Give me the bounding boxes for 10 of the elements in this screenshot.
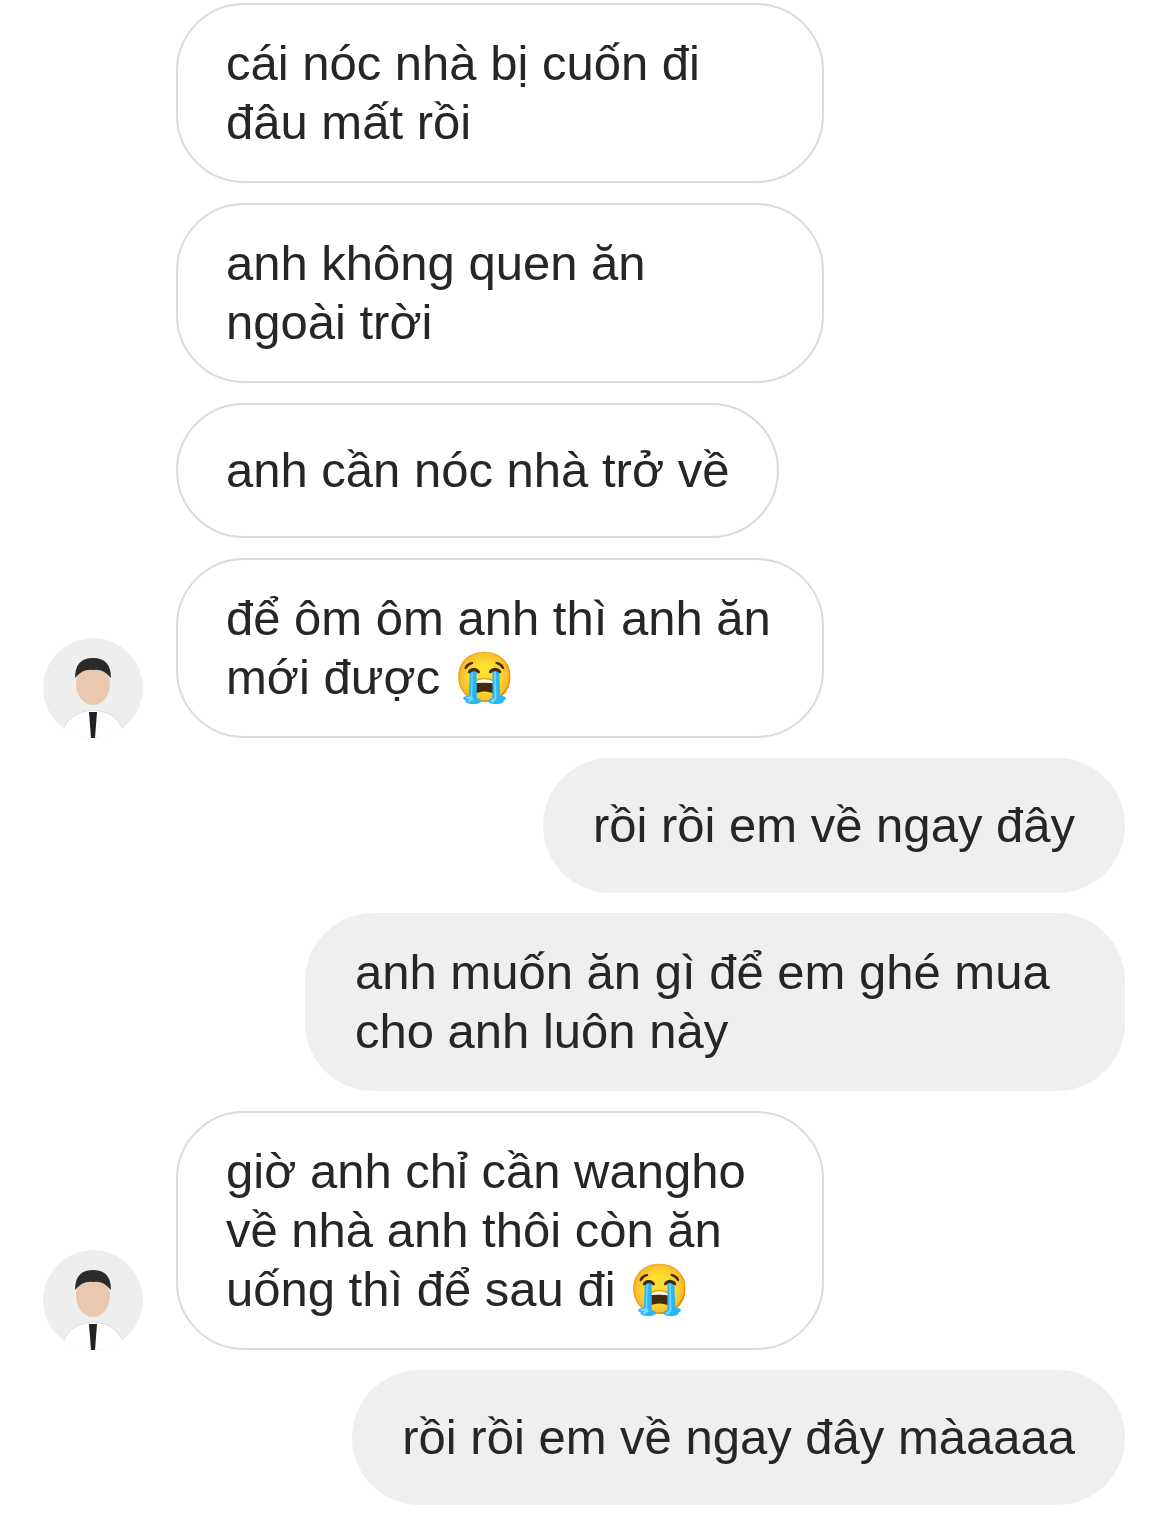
message-text: để ôm ôm anh thì anh ăn mới được 😭 [226, 590, 772, 706]
message-text: anh muốn ăn gì để em ghé mua cho anh luôn này [355, 944, 1051, 1060]
message-text: cái nóc nhà bị cuốn đi đâu mất rồi [226, 35, 701, 151]
message-text: rồi rồi em về ngay đây màaaaa [402, 1409, 1075, 1466]
message-text: rồi rồi em về ngay đây [592, 797, 1075, 854]
message-text: giờ anh chỉ cần wangho về nhà anh thôi còn ăn uống thì để sau đi 😭 [226, 1143, 747, 1318]
avatar[interactable] [43, 638, 143, 738]
avatar[interactable] [43, 1250, 143, 1350]
message-text: anh cần nóc nhà trở về [226, 442, 730, 499]
message-text: anh không quen ăn ngoài trời [226, 235, 647, 351]
